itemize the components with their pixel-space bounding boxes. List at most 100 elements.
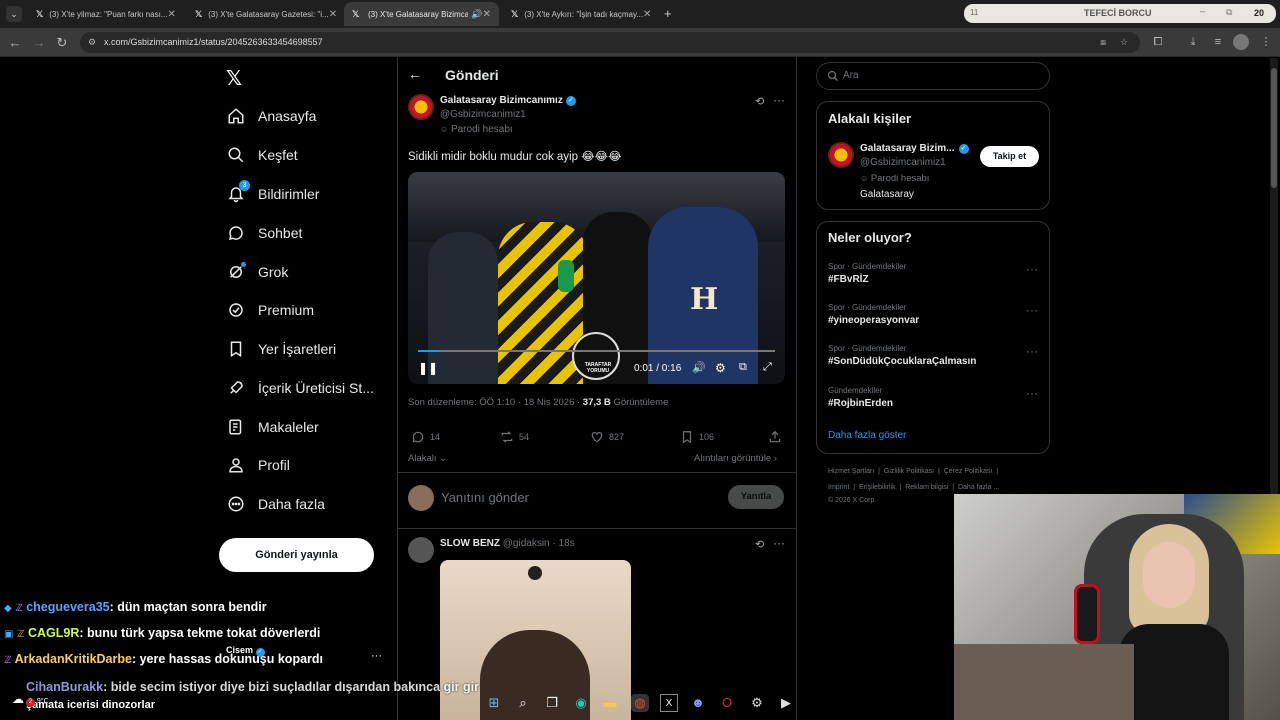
browser-tab[interactable]: 𝕏 (3) X'te Galatasaray Gazetesi: "i... ✕ [187,2,342,26]
download-icon[interactable]: ⤓ [1185,34,1201,50]
profile-avatar[interactable] [1233,34,1249,50]
person-avatar[interactable] [828,142,854,168]
grok-action-icon[interactable]: ⟲ [755,538,764,551]
show-more-link[interactable]: Daha fazla göster [828,430,906,441]
video-progress-bar[interactable] [418,350,775,352]
pip-icon[interactable]: ⧉ [739,361,747,374]
card-title: Alakalı kişiler [828,111,912,126]
media-widget[interactable]: 11 TEFECİ BORCU – ⧉ 20 [964,4,1276,23]
minimize-icon[interactable]: – [1200,6,1205,16]
pause-icon[interactable]: ❚❚ [418,361,438,375]
edge-icon[interactable]: ◉ [572,694,590,712]
follow-button[interactable]: Takip et [980,146,1039,167]
reply-avatar[interactable] [408,537,434,563]
discord-icon[interactable]: ☻ [689,694,707,712]
sidebar-item-articles[interactable]: Makaleler [226,413,319,441]
reload-icon[interactable]: ↻ [53,34,71,52]
forward-icon[interactable]: → [30,34,48,52]
chrome-icon[interactable]: ◍ [631,694,649,712]
bookmark-action[interactable]: 106 [680,430,714,444]
sidebar-item-more[interactable]: Daha fazla [226,490,325,518]
reply-action[interactable]: 14 [411,430,440,444]
footer-link[interactable]: Daha fazla ... [958,484,999,491]
sidebar-item-chat[interactable]: Sohbet [226,219,302,247]
install-icon[interactable]: ⧈ [1100,32,1106,53]
sidebar-item-notifications[interactable]: 3 Bildirimler [226,180,319,208]
windows-start-icon[interactable]: ⊞ [485,694,503,712]
footer-link[interactable]: Reklam bilgisi [905,484,948,491]
sidebar-item-bookmarks[interactable]: Yer İşaretleri [226,335,336,363]
menu-icon[interactable]: ⋮ [1258,34,1274,50]
audio-playing-icon[interactable]: 🔊 [471,9,482,20]
sidebar-item-grok[interactable]: Grok [226,258,288,286]
video-player[interactable]: H TARAFTAR YORUMU ❚❚ 0:01 / 0:16 🔊 ⚙ ⧉ ⤢ [408,172,785,384]
footer-link[interactable]: Imprint [828,484,849,491]
close-tab-icon[interactable]: ✕ [643,9,651,20]
media-player-icon[interactable]: ▶ [777,694,795,712]
url-input[interactable]: ⚙ x.com/Gsbizimcanimiz1/status/204526363… [80,32,1140,53]
browser-tab[interactable]: 𝕏 (3) X'te Aykırı: "İşin tadı kaçmay... … [503,2,658,26]
footer-link[interactable]: Çerez Politikası [944,468,993,475]
settings-icon[interactable]: ⚙ [715,361,726,375]
file-explorer-icon[interactable]: ▬ [601,694,619,712]
like-action[interactable]: 827 [590,430,624,444]
x-app-icon[interactable]: X [660,694,678,712]
post-more-icon[interactable]: ··· [773,93,785,107]
sidebar-item-profile[interactable]: Profil [226,451,290,479]
footer-link[interactable]: Erişilebilirlik [859,484,896,491]
footer-link[interactable]: Hizmet Şartları [828,468,874,475]
author-name[interactable]: Galatasaray Bizimcanımız ✓ [440,95,576,106]
back-arrow-icon[interactable]: ← [408,66,422,82]
reply-button[interactable]: Yanıtla [728,485,784,509]
trend-more-icon[interactable]: ··· [1026,386,1038,400]
repost-action[interactable]: 54 [500,430,529,444]
post-button[interactable]: Gönderi yayınla [219,538,374,572]
sidebar-item-creator-studio[interactable]: İçerik Üreticisi St... [226,374,374,402]
trend-item[interactable]: Gündemdekiler #RojbinErden ··· [828,386,1038,409]
author-handle[interactable]: @Gsbizimcanimiz1 [440,109,526,120]
sort-relevant-dropdown[interactable]: Alakalı ⌄ [408,453,447,464]
reply-more-icon[interactable]: ··· [773,536,785,550]
restore-icon[interactable]: ⧉ [1226,7,1232,18]
browser-tab-active[interactable]: 𝕏 (3) X'te Galatasaray Bizimca... 🔊 ✕ [344,2,499,26]
close-tab-icon[interactable]: ✕ [329,9,337,20]
reply-input[interactable]: Yanıtını gönder [441,490,529,505]
sidebar-item-explore[interactable]: Keşfet [226,141,298,169]
trend-item[interactable]: Spor · Gündemdekiler #SonDüdükÇocuklaraÇ… [828,344,1038,367]
trend-item[interactable]: Spor · Gündemdekiler #yineoperasyonvar ·… [828,303,1038,326]
trend-more-icon[interactable]: ··· [1026,303,1038,317]
trend-more-icon[interactable]: ··· [1026,262,1038,276]
grok-action-icon[interactable]: ⟲ [755,95,764,108]
search-icon[interactable]: ⌕ [514,694,532,712]
reading-list-icon[interactable]: ≡ [1210,34,1226,50]
scrollbar-thumb[interactable] [1271,68,1277,188]
weather-widget[interactable]: ☁ 2 9°C [12,692,49,707]
volume-icon[interactable]: 🔊 [692,361,706,374]
footer-link[interactable]: Gizlilik Politikası [884,468,934,475]
new-tab-icon[interactable]: + [664,6,672,21]
x-logo[interactable]: 𝕏 [226,66,242,91]
sidebar-item-premium[interactable]: Premium [226,296,314,324]
site-info-icon[interactable]: ⚙ [88,32,96,53]
extensions-icon[interactable]: ⧠ [1150,34,1166,50]
author-avatar[interactable] [408,94,434,120]
view-quotes-link[interactable]: Alıntıları görüntüle › [694,453,777,464]
steam-icon[interactable]: ⚙ [748,694,766,712]
bookmark-star-icon[interactable]: ☆ [1120,32,1128,53]
search-input[interactable]: Ara [816,62,1050,90]
trend-item[interactable]: Spor · Gündemdekiler #FBvRİZ ··· [828,262,1038,285]
trend-more-icon[interactable]: ··· [1026,344,1038,358]
close-tab-icon[interactable]: ✕ [167,9,175,20]
chat-badge-icon: ▣ [4,629,14,640]
fullscreen-icon[interactable]: ⤢ [763,361,772,374]
close-tab-icon[interactable]: ✕ [483,9,491,20]
browser-tab[interactable]: 𝕏 (3) X'te yilmaz: "Puan farkı nası... ✕ [28,2,183,26]
sidebar-item-home[interactable]: Anasayfa [226,102,316,130]
tab-search-button[interactable]: ⌄ [6,6,22,22]
opera-icon[interactable]: O [718,694,736,712]
back-icon[interactable]: ← [6,34,24,52]
chat-more-icon[interactable]: ··· [371,650,382,662]
person-name[interactable]: Galatasaray Bizim... ✓ [860,143,969,154]
share-icon[interactable] [768,430,782,449]
task-view-icon[interactable]: ❐ [543,694,561,712]
